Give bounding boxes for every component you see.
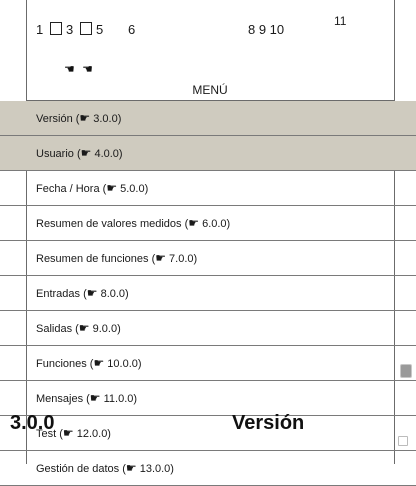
- callout-box-icon: [50, 22, 62, 37]
- callout-6: 6: [128, 22, 136, 37]
- menu-item[interactable]: Fecha / Hora (☛ 5.0.0): [0, 171, 416, 206]
- menu-item[interactable]: Resumen de valores medidos (☛ 6.0.0): [0, 206, 416, 241]
- pointing-hand-icon: ☛: [79, 111, 91, 125]
- menu-item-label: Resumen de valores medidos (: [36, 218, 189, 230]
- pointing-hand-icons: ☚ ☚: [64, 62, 95, 76]
- pointing-hand-icon: ☛: [93, 356, 105, 370]
- menu-item[interactable]: Salidas (☛ 9.0.0): [0, 311, 416, 346]
- callout-8-9-10: 8 9 10: [248, 22, 285, 37]
- menu-item-label: Resumen de funciones (: [36, 253, 156, 265]
- callout-box-icon: [80, 22, 92, 37]
- menu-item-reference: 11.0.0): [100, 393, 138, 405]
- menu-item-label: Versión (: [36, 113, 80, 125]
- pointing-hand-icon: ☛: [78, 321, 90, 335]
- callout-11: 11: [334, 14, 347, 28]
- menu-item-reference: 6.0.0): [199, 218, 231, 230]
- scrollbar-thumb[interactable]: [400, 364, 412, 378]
- pointing-hand-icon: ☛: [125, 461, 137, 475]
- menu-item-reference: 7.0.0): [166, 253, 198, 265]
- pointing-hand-icon: ☛: [62, 426, 74, 440]
- menu-item[interactable]: Funciones (☛ 10.0.0): [0, 346, 416, 381]
- menu-item[interactable]: Usuario (☛ 4.0.0): [0, 136, 416, 171]
- menu-item[interactable]: Mensajes (☛ 11.0.0): [0, 381, 416, 416]
- menu-item[interactable]: Test (☛ 12.0.0): [0, 416, 416, 451]
- menu-item-reference: 12.0.0): [73, 428, 111, 440]
- menu-item-reference: 8.0.0): [97, 288, 129, 300]
- menu-item[interactable]: Entradas (☛ 8.0.0): [0, 276, 416, 311]
- callout-5: 5: [96, 22, 104, 37]
- section-number: 3.0.0: [10, 412, 55, 434]
- menu-item[interactable]: Resumen de funciones (☛ 7.0.0): [0, 241, 416, 276]
- menu-item-label: Salidas (: [36, 323, 79, 335]
- pointing-hand-icon: ☛: [89, 391, 101, 405]
- menu-item-reference: 10.0.0): [104, 358, 142, 370]
- menu-item[interactable]: Versión (☛ 3.0.0): [0, 101, 416, 136]
- menu-item-label: Funciones (: [36, 358, 94, 370]
- menu-item-reference: 5.0.0): [117, 183, 149, 195]
- callout-3: 3: [66, 22, 74, 37]
- menu-item-reference: 3.0.0): [90, 113, 122, 125]
- menu-item[interactable]: Gestión de datos (☛ 13.0.0): [0, 451, 416, 486]
- menu-item-label: Usuario (: [36, 148, 81, 160]
- menu-item-label: Fecha / Hora (: [36, 183, 107, 195]
- menu-item-label: Mensajes (: [36, 393, 90, 405]
- pointing-hand-icon: ☛: [80, 146, 92, 160]
- manual-menu-screen: 1 3 5 6 8 9 10 11 ☚ ☚ MENÚ ◀ Versión (☛ …: [0, 0, 416, 486]
- callout-1: 1: [36, 22, 44, 37]
- menu-item-label: Gestión de datos (: [36, 463, 126, 475]
- menu-item-reference: 13.0.0): [136, 463, 174, 475]
- menu-item-reference: 9.0.0): [89, 323, 121, 335]
- section-title: Versión: [232, 412, 305, 434]
- pointing-hand-icon: ☛: [86, 286, 98, 300]
- scrollbar-end-marker: [398, 436, 408, 446]
- menu-item-reference: 4.0.0): [91, 148, 123, 160]
- pointing-hand-icon: ☛: [188, 216, 200, 230]
- menu-list: Versión (☛ 3.0.0) Usuario (☛ 4.0.0) Fecha …: [0, 101, 416, 486]
- pointing-hand-icon: ☛: [155, 251, 166, 265]
- pointing-hand-icon: ☛: [106, 181, 118, 195]
- menu-title: MENÚ: [26, 80, 394, 101]
- menu-item-label: Entradas (: [36, 288, 87, 300]
